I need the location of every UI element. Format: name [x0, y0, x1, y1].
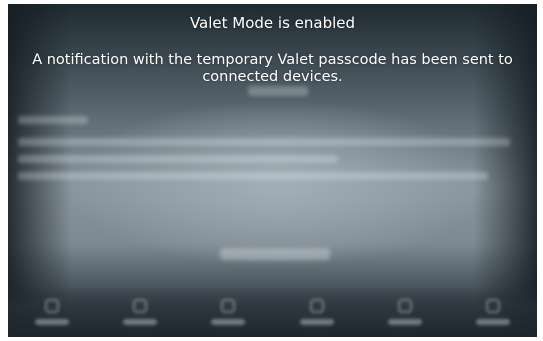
media-icon: [397, 299, 412, 313]
nav-item-label: [123, 319, 158, 325]
settings-icon: [309, 299, 324, 313]
nav-item-phone[interactable]: [206, 287, 250, 337]
bottom-nav-bar: [8, 287, 537, 337]
nav-item-app[interactable]: [30, 287, 74, 337]
blurred-instruction-line: [18, 138, 510, 146]
nav-item-label: [211, 319, 246, 325]
nav-item-label: [299, 319, 334, 325]
search-icon: [485, 299, 500, 313]
nav-item-label: [387, 319, 422, 325]
nav-item-search[interactable]: [471, 287, 515, 337]
notification-message: A notification with the temporary Valet …: [32, 52, 513, 85]
blurred-instruction-line: [18, 172, 488, 180]
nav-item-settings[interactable]: [295, 287, 339, 337]
blurred-instructions-heading: [18, 116, 88, 124]
nav-item-media[interactable]: [383, 287, 427, 337]
blurred-exit-valet-button: [220, 248, 330, 260]
app-icon: [45, 299, 59, 313]
car-display-screen: Valet Mode is enabled A notification wit…: [8, 4, 537, 337]
nav-item-label: [475, 319, 510, 325]
blurred-header: [248, 86, 308, 96]
blurred-instruction-line: [18, 155, 338, 163]
phone-icon: [221, 299, 236, 313]
nav-item-voice[interactable]: [118, 287, 162, 337]
notification-title: Valet Mode is enabled: [189, 14, 356, 32]
nav-item-label: [35, 319, 69, 325]
microphone-icon: [133, 299, 148, 313]
